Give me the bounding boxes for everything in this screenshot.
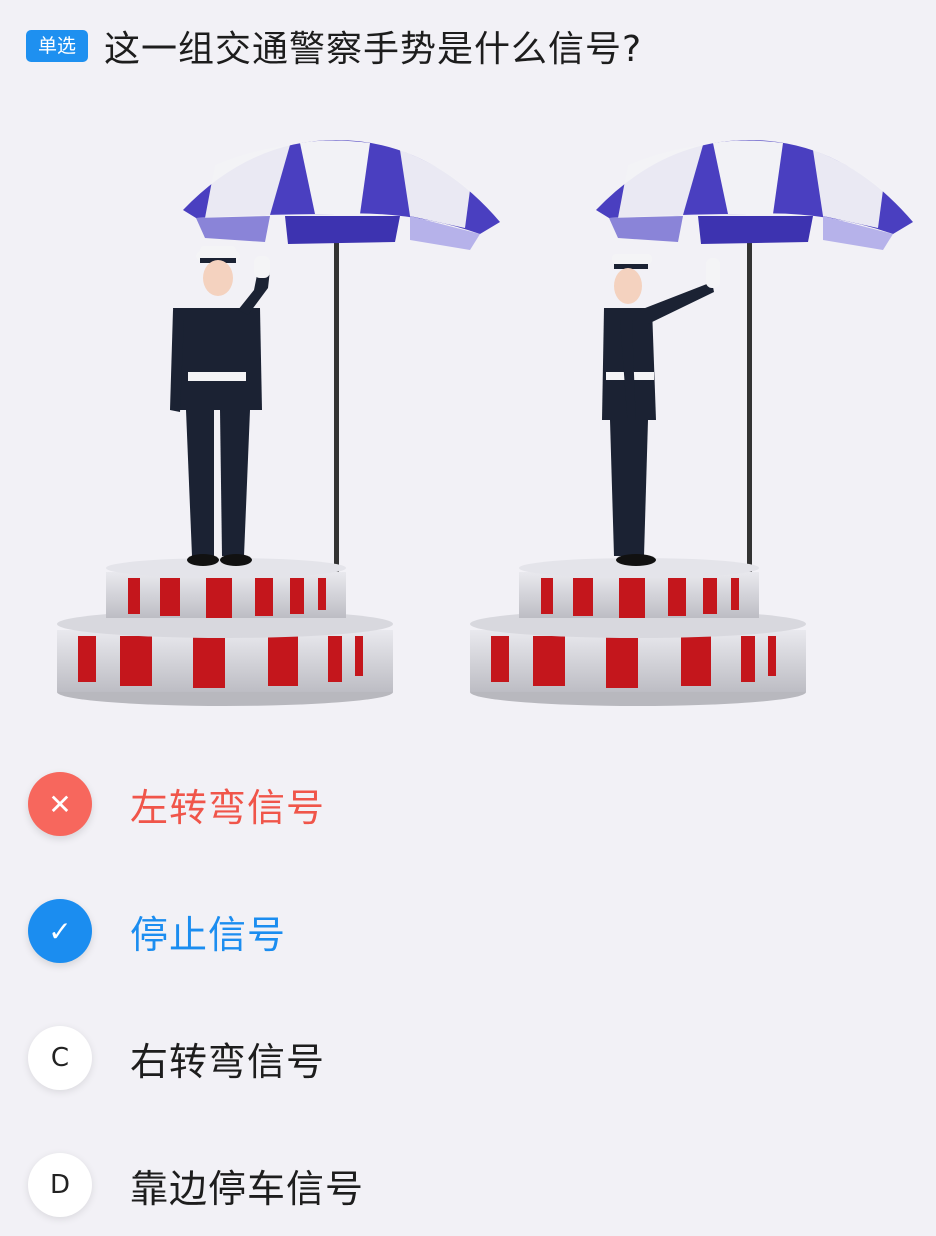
option-d-text: 靠边停车信号 (130, 1166, 365, 1211)
traffic-police-illustration (0, 110, 936, 730)
option-a[interactable]: ✕ 左转弯信号 (28, 770, 325, 838)
option-a-text: 左转弯信号 (130, 785, 326, 830)
check-icon: ✓ (28, 899, 92, 963)
option-b[interactable]: ✓ 停止信号 (28, 897, 286, 965)
question-title: 这一组交通警察手势是什么信号? (104, 29, 643, 70)
question-type-badge: 单选 (26, 30, 89, 62)
left-officer-scene (57, 140, 500, 706)
right-officer-scene (470, 140, 913, 706)
option-c-letter: C (28, 1026, 92, 1090)
question-header: 单选 这一组交通警察手势是什么信号? (26, 18, 916, 74)
option-c[interactable]: C 右转弯信号 (28, 1024, 325, 1092)
close-icon: ✕ (28, 772, 92, 836)
option-c-text: 右转弯信号 (130, 1039, 326, 1084)
option-b-text: 停止信号 (130, 912, 287, 957)
option-d-letter: D (28, 1153, 92, 1217)
option-d[interactable]: D 靠边停车信号 (28, 1151, 364, 1219)
